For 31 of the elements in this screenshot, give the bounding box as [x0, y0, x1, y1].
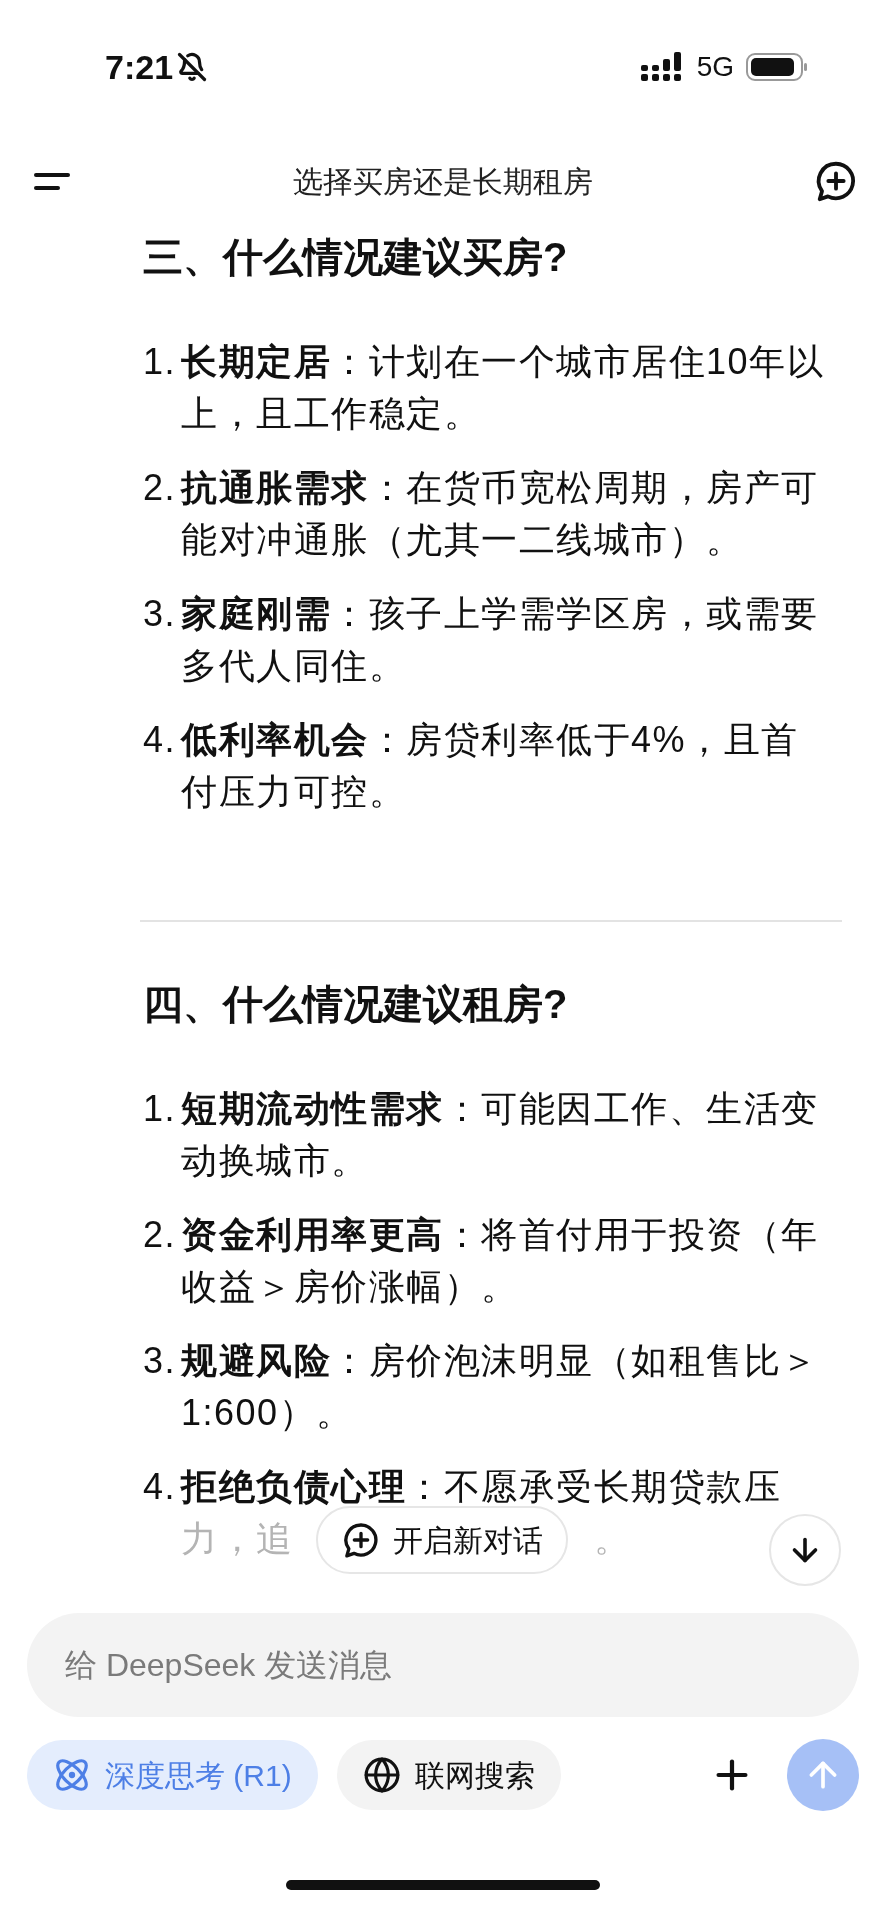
list-number: 1. [143, 340, 178, 384]
chat-title: 选择买房还是长期租房 [293, 163, 593, 200]
list-number: 2. [143, 466, 178, 510]
new-chat-pill[interactable]: 开启新对话 [316, 1506, 568, 1574]
list-item-text: 抗通胀需求：在货币宽松周期，房产可能对冲通胀（尤其一二线城市）。 [181, 466, 820, 562]
list-number: 2. [143, 1213, 178, 1257]
list-item-text: 长期定居：计划在一个城市居住10年以上，且工作稳定。 [181, 340, 826, 436]
list-number: 4. [143, 1465, 178, 1509]
battery-icon [746, 52, 808, 82]
chat-plus-icon [341, 1520, 381, 1560]
list-item-text: 低利率机会：房贷利率低于4%，且首付压力可控。 [181, 718, 800, 814]
list-item-text: 规避风险：房价泡沫明显（如租售比＞1:600）。 [181, 1339, 820, 1435]
list-item-text: 力，追 [181, 1517, 294, 1561]
list-item-text: 拒绝负债心理：不愿承受长期贷款压 [181, 1465, 781, 1509]
status-time: 7:21 [105, 46, 174, 88]
network-label: 5G [696, 50, 734, 84]
section-heading: 四、什么情况建议租房? [143, 981, 569, 1028]
bell-off-icon [177, 52, 208, 82]
list-item-text: 短期流动性需求：可能因工作、生活变动换城市。 [181, 1087, 820, 1183]
globe-icon [362, 1756, 401, 1794]
atom-icon [53, 1756, 91, 1794]
list-number: 1. [143, 1087, 178, 1131]
list-item-text: 资金利用率更高：将首付用于投资（年收益＞房价涨幅）。 [181, 1213, 820, 1309]
list-item-text: 家庭刚需：孩子上学需学区房，或需要多代人同住。 [181, 592, 820, 688]
mode-toggle[interactable]: 联网搜索 [336, 1740, 561, 1810]
list-number: 3. [143, 592, 178, 636]
message-field[interactable]: 给 DeepSeek 发送消息 [27, 1613, 859, 1717]
list-number: 3. [143, 1339, 178, 1383]
section-heading: 三、什么情况建议买房? [143, 234, 569, 281]
list-item-text: 。 [593, 1517, 631, 1561]
list-number: 4. [143, 718, 178, 762]
